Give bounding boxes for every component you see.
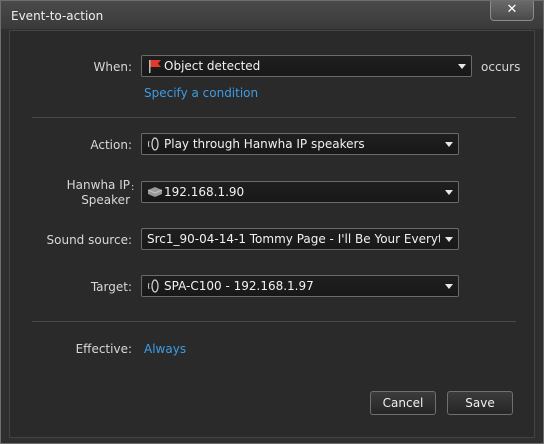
action-value: Play through Hanwha IP speakers (164, 137, 365, 151)
close-button[interactable]: ✕ (490, 1, 534, 21)
red-flag-icon (149, 60, 161, 73)
chevron-down-icon (445, 142, 453, 147)
cancel-button[interactable]: Cancel (370, 391, 436, 415)
chevron-down-icon (445, 284, 453, 289)
save-button[interactable]: Save (447, 391, 513, 415)
occurs-label: occurs (481, 60, 521, 74)
speaker-label-line1: Hanwha IP (66, 178, 130, 192)
target-dropdown[interactable]: SPA-C100 - 192.168.1.97 (141, 275, 459, 297)
dialog-content: When: Object detected occurs Specify a c… (9, 30, 535, 438)
target-label: Target: (90, 280, 132, 294)
device-icon (147, 187, 163, 197)
chevron-down-icon (445, 190, 453, 195)
speaker-icon (148, 279, 159, 293)
sound-source-dropdown[interactable]: Src1_90-04-14-1 Tommy Page - I'll Be You… (141, 228, 459, 250)
effective-label: Effective: (75, 342, 132, 356)
divider (32, 321, 516, 322)
sound-source-label: Sound source: (46, 233, 133, 247)
when-label: When: (93, 60, 132, 74)
action-dropdown[interactable]: Play through Hanwha IP speakers (141, 133, 459, 155)
close-icon: ✕ (506, 2, 518, 17)
chevron-down-icon (445, 237, 453, 242)
speaker-label: Hanwha IP Speaker (50, 178, 130, 208)
speaker-label-colon: : (131, 182, 135, 193)
speaker-label-line2: Speaker (81, 193, 130, 207)
sound-source-value: Src1_90-04-14-1 Tommy Page - I'll Be You… (147, 232, 440, 246)
target-value: SPA-C100 - 192.168.1.97 (164, 279, 314, 293)
event-to-action-dialog: Event-to-action ✕ When: Object detected … (0, 0, 544, 444)
dialog-title: Event-to-action (11, 9, 104, 23)
effective-always-link[interactable]: Always (144, 342, 186, 356)
speaker-dropdown[interactable]: 192.168.1.90 (141, 181, 459, 203)
action-label: Action: (90, 138, 132, 152)
chevron-down-icon (458, 64, 466, 69)
divider (32, 117, 516, 118)
speaker-value: 192.168.1.90 (164, 185, 245, 199)
speaker-icon (148, 137, 159, 151)
title-bar: Event-to-action ✕ (1, 1, 543, 29)
when-event-value: Object detected (164, 59, 261, 73)
specify-condition-link[interactable]: Specify a condition (144, 86, 258, 100)
when-event-dropdown[interactable]: Object detected (141, 55, 472, 77)
